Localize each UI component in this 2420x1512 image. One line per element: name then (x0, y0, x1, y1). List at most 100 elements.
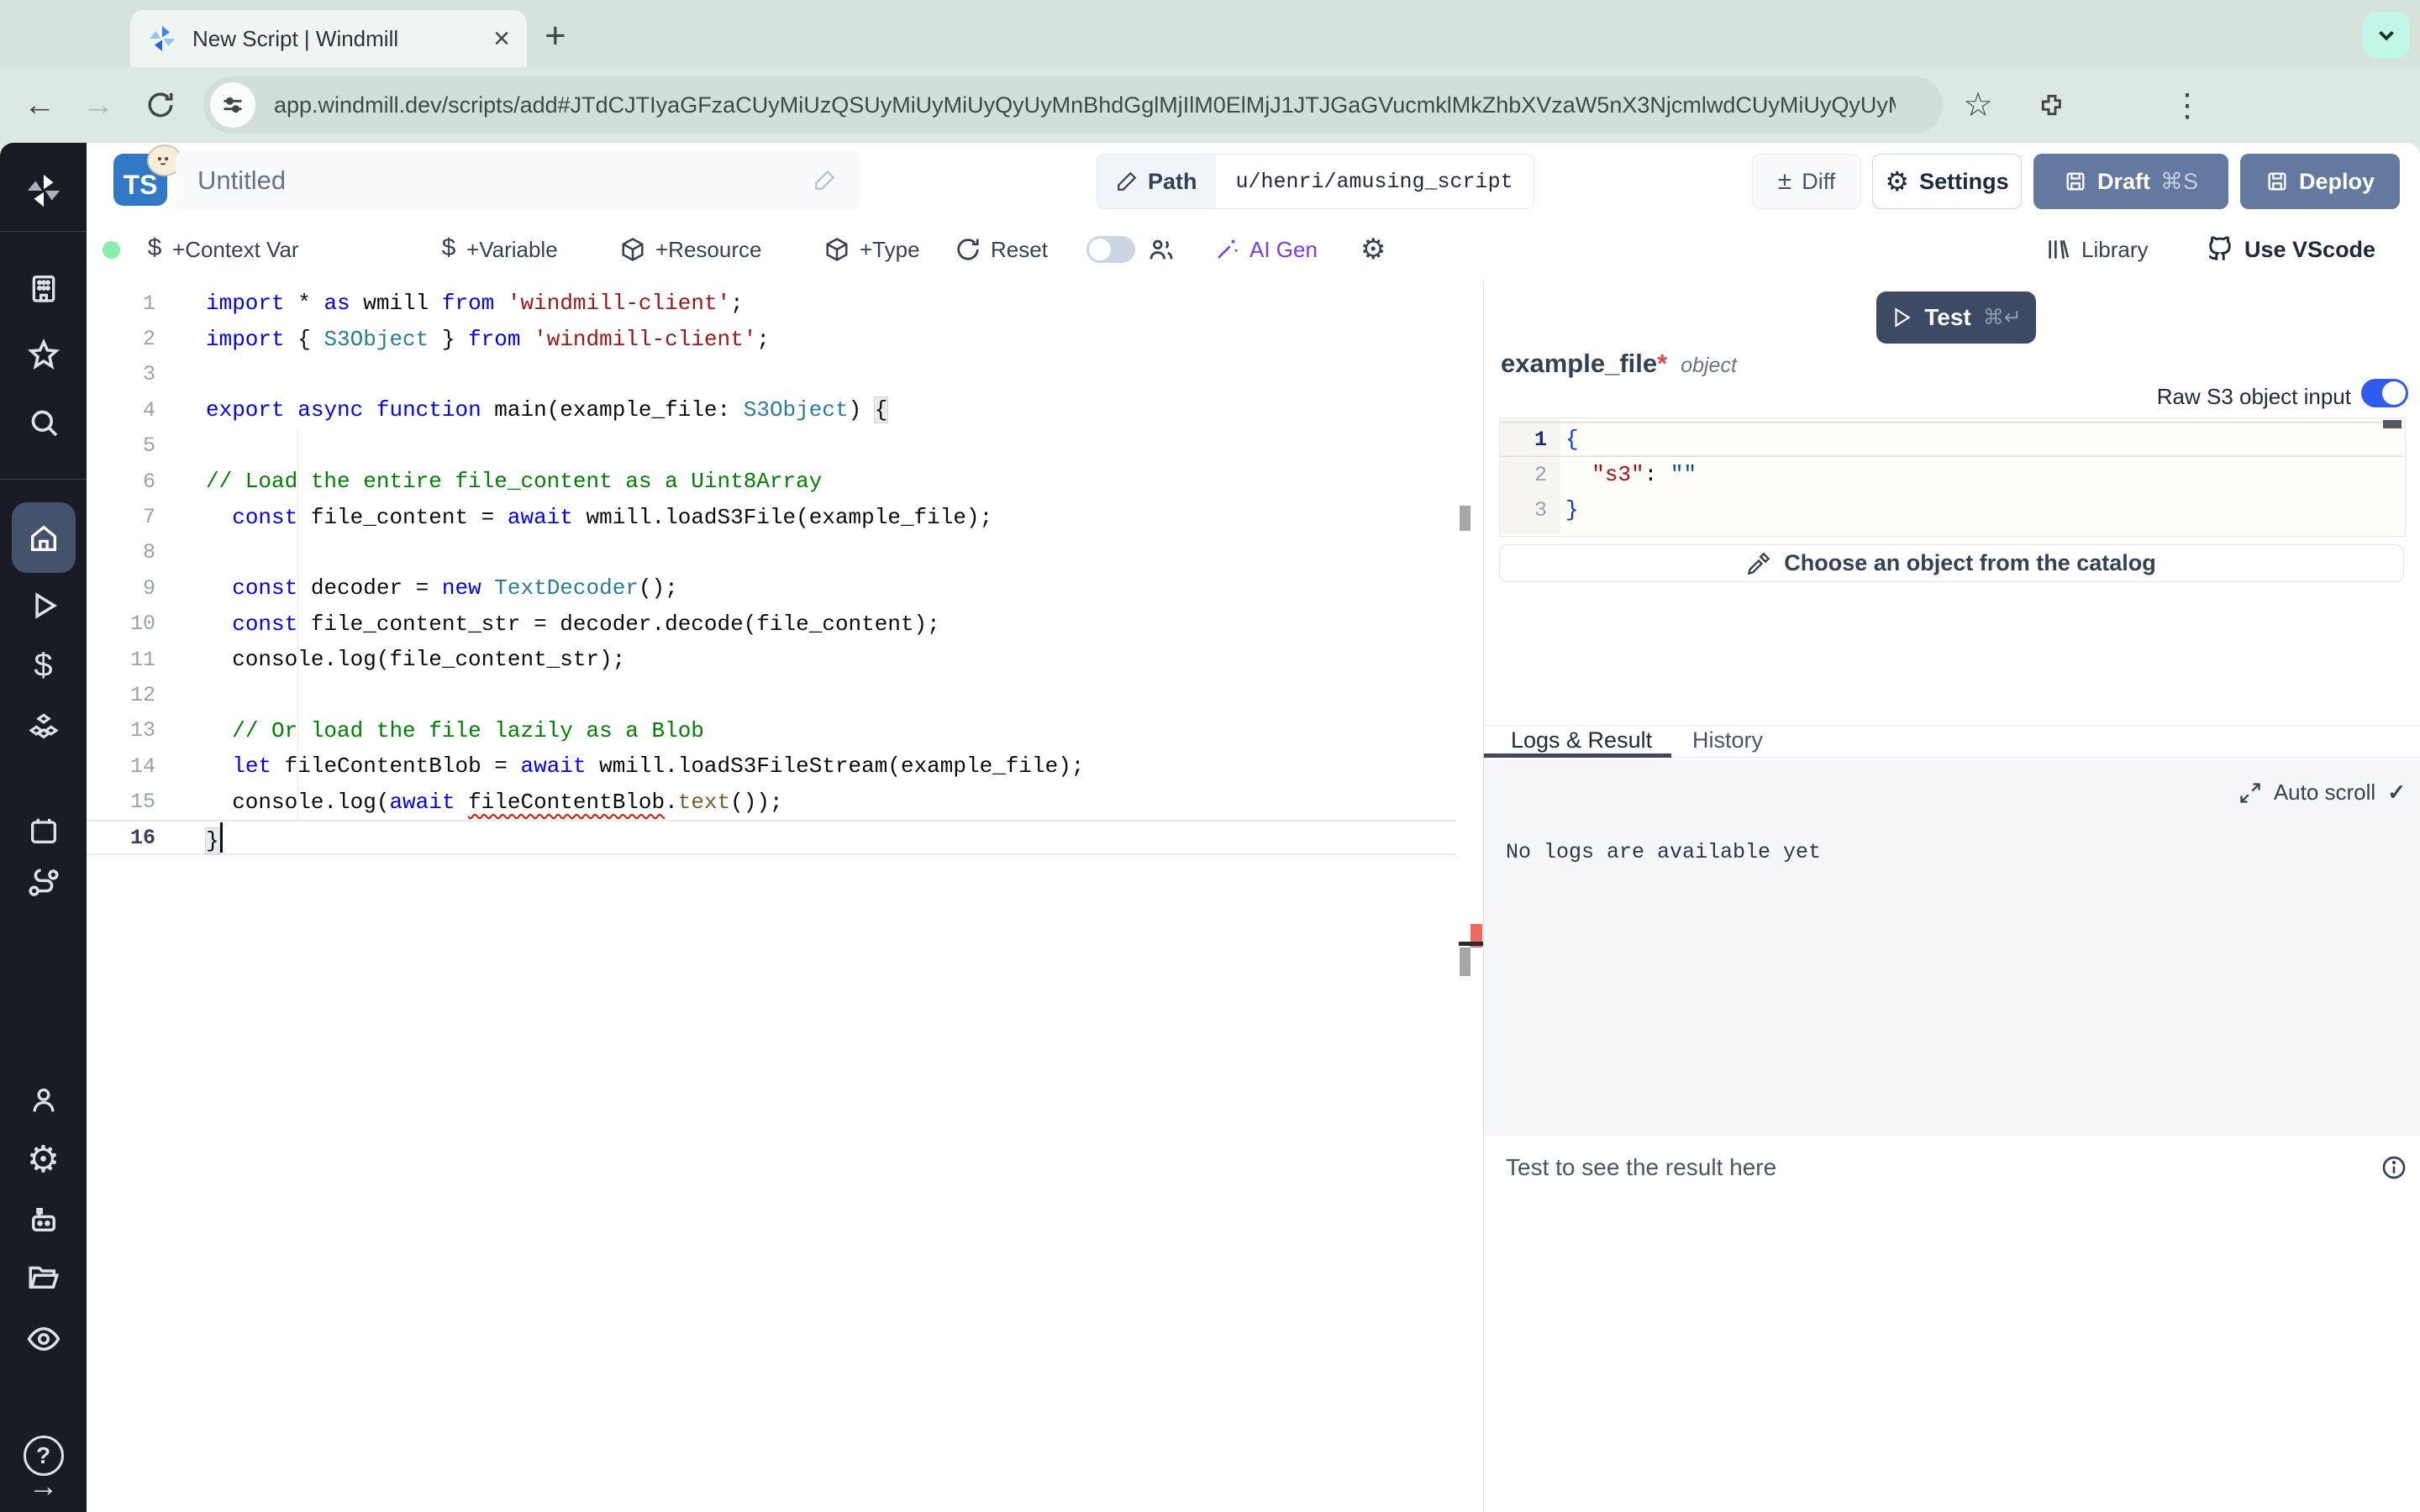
line-content[interactable]: "s3": "" (1547, 462, 1697, 487)
line-content[interactable]: } (155, 822, 223, 853)
sidebar-item-runs[interactable] (0, 586, 87, 625)
reset-button[interactable]: Reset (955, 218, 1048, 281)
line-content[interactable]: // Load the entire file_content as a Uin… (155, 469, 822, 494)
raw-s3-toggle[interactable] (2361, 379, 2408, 407)
browser-tab[interactable]: New Script | Windmill × (130, 10, 527, 67)
site-settings-button[interactable] (210, 82, 255, 128)
overview-ruler-marker[interactable] (1460, 506, 1470, 531)
library-button[interactable]: Library (2044, 218, 2148, 281)
tab-logs-result[interactable]: Logs & Result (1511, 727, 1652, 753)
settings-button[interactable]: ⚙ Settings (1872, 154, 2022, 209)
sidebar-item-resources[interactable] (0, 709, 87, 748)
sidebar-item-flows[interactable] (0, 864, 87, 902)
line-content[interactable]: console.log(await fileContentBlob.text()… (155, 790, 783, 815)
line-content[interactable]: const file_content = await wmill.loadS3F… (155, 505, 992, 530)
sidebar-item-favorites[interactable] (0, 336, 87, 375)
code-line-15[interactable]: 15 console.log(await fileContentBlob.tex… (87, 784, 1456, 819)
sidebar-item-settings[interactable]: ⚙ (0, 1140, 87, 1179)
code-line-14[interactable]: 14 let fileContentBlob = await wmill.loa… (87, 748, 1456, 784)
code-line-10[interactable]: 10 const file_content_str = decoder.deco… (87, 606, 1456, 642)
code-line-7[interactable]: 7 const file_content = await wmill.loadS… (87, 499, 1456, 534)
bookmark-star-icon[interactable]: ☆ (1954, 67, 2002, 143)
expand-icon[interactable] (2238, 781, 2262, 805)
sidebar-item-search[interactable] (0, 403, 87, 442)
json-editor-scrollbar[interactable] (2383, 420, 2402, 428)
editor-settings-button[interactable]: ⚙ (1360, 218, 1386, 281)
info-icon[interactable] (2381, 1154, 2407, 1181)
diff-mode-toggle[interactable] (1086, 218, 1135, 281)
sidebar-item-home[interactable] (0, 519, 87, 558)
tab-history[interactable]: History (1692, 727, 1763, 753)
code-line-12[interactable]: 12 (87, 677, 1456, 712)
line-content[interactable]: import { S3Object } from 'windmill-clien… (155, 327, 770, 352)
add-context-var-button[interactable]: $ +Context Var (147, 218, 299, 281)
line-content[interactable]: { (1547, 427, 1579, 452)
code-line-8[interactable]: 8 (87, 535, 1456, 570)
use-vscode-button[interactable]: Use VScode (2206, 218, 2375, 281)
toggle-off[interactable] (1086, 236, 1135, 263)
s3-json-editor[interactable]: 1{2 "s3": ""3} (1499, 417, 2406, 537)
ai-gen-button[interactable]: AI Gen (1214, 218, 1318, 281)
sidebar-item-audit-logs[interactable] (0, 1320, 87, 1358)
code-line-3[interactable]: 3} (1500, 492, 2403, 528)
code-line-13[interactable]: 13 // Or load the file lazily as a Blob (87, 713, 1456, 748)
sidebar-item-schedules[interactable] (0, 811, 87, 850)
add-variable-button[interactable]: $ +Variable (441, 218, 558, 281)
browser-toolbar: ← → app.windmill.dev/scripts/add#JTdCJTI… (0, 67, 2420, 143)
sidebar-expand-button[interactable]: → (0, 1468, 87, 1504)
json-lines[interactable]: 1{2 "s3": ""3} (1500, 422, 2403, 528)
result-panel: Test to see the result here (1484, 1136, 2420, 1512)
code-lines[interactable]: 1import * as wmill from 'windmill-client… (87, 286, 1456, 855)
url-text[interactable]: app.windmill.dev/scripts/add#JTdCJTIyaGF… (274, 92, 1896, 118)
multiplayer-button[interactable] (1147, 218, 1176, 281)
pencil-icon[interactable] (813, 168, 839, 193)
reload-button[interactable] (139, 67, 182, 143)
code-line-3[interactable]: 3 (87, 357, 1456, 392)
auto-scroll-control[interactable]: Auto scroll ✓ (2238, 780, 2406, 806)
sidebar-item-workspace[interactable] (0, 269, 87, 307)
line-content[interactable]: import * as wmill from 'windmill-client'… (155, 291, 744, 316)
choose-object-button[interactable]: Choose an object from the catalog (1499, 544, 2404, 582)
code-editor[interactable]: 1import * as wmill from 'windmill-client… (87, 281, 1483, 1512)
editor-scrollbar[interactable] (1460, 948, 1470, 976)
code-line-1[interactable]: 1import * as wmill from 'windmill-client… (87, 286, 1456, 321)
tab-close-icon[interactable]: × (493, 24, 510, 53)
forward-button[interactable]: → (77, 67, 119, 143)
line-content[interactable]: console.log(file_content_str); (155, 647, 625, 672)
back-button[interactable]: ← (18, 67, 60, 143)
code-line-2[interactable]: 2import { S3Object } from 'windmill-clie… (87, 321, 1456, 356)
code-line-9[interactable]: 9 const decoder = new TextDecoder(); (87, 570, 1456, 606)
line-content[interactable]: const decoder = new TextDecoder(); (155, 575, 678, 601)
tab-search-button[interactable] (2363, 12, 2410, 59)
diff-button[interactable]: ± Diff (1752, 154, 1861, 209)
code-line-6[interactable]: 6// Load the entire file_content as a Ui… (87, 464, 1456, 499)
line-content[interactable]: // Or load the file lazily as a Blob (155, 718, 704, 743)
code-line-11[interactable]: 11 console.log(file_content_str); (87, 642, 1456, 677)
eyedropper-icon (1747, 552, 1770, 575)
sidebar-item-variables[interactable]: $ (0, 648, 87, 687)
code-line-1[interactable]: 1{ (1500, 422, 2403, 457)
line-content[interactable]: } (1547, 497, 1579, 522)
line-content[interactable]: let fileContentBlob = await wmill.loadS3… (155, 753, 1084, 779)
address-bar[interactable]: app.windmill.dev/scripts/add#JTdCJTIyaGF… (203, 76, 1943, 134)
draft-button[interactable]: Draft ⌘S (2033, 154, 2228, 209)
code-line-5[interactable]: 5 (87, 428, 1456, 464)
add-type-button[interactable]: +Type (824, 218, 920, 281)
deploy-button[interactable]: Deploy (2240, 154, 2400, 209)
sidebar-item-workers[interactable] (0, 1200, 87, 1239)
code-line-16[interactable]: 16} (87, 820, 1456, 855)
extensions-icon[interactable] (2027, 67, 2077, 143)
sidebar-item-folders[interactable] (0, 1257, 87, 1296)
line-content[interactable]: const file_content_str = decoder.decode(… (155, 612, 940, 637)
sidebar-item-users[interactable] (0, 1081, 87, 1120)
new-tab-button[interactable]: + (544, 15, 566, 57)
path-button[interactable]: Path u/henri/amusing_script (1097, 154, 1534, 209)
add-resource-button[interactable]: +Resource (620, 218, 761, 281)
browser-menu-icon[interactable]: ⋮ (2166, 67, 2208, 143)
test-button[interactable]: Test ⌘↵ (1876, 291, 2036, 344)
code-line-4[interactable]: 4export async function main(example_file… (87, 392, 1456, 428)
code-line-2[interactable]: 2 "s3": "" (1500, 457, 2403, 492)
script-title-input[interactable]: Untitled (176, 151, 860, 210)
windmill-logo[interactable] (0, 170, 87, 212)
line-content[interactable]: export async function main(example_file:… (155, 397, 887, 423)
